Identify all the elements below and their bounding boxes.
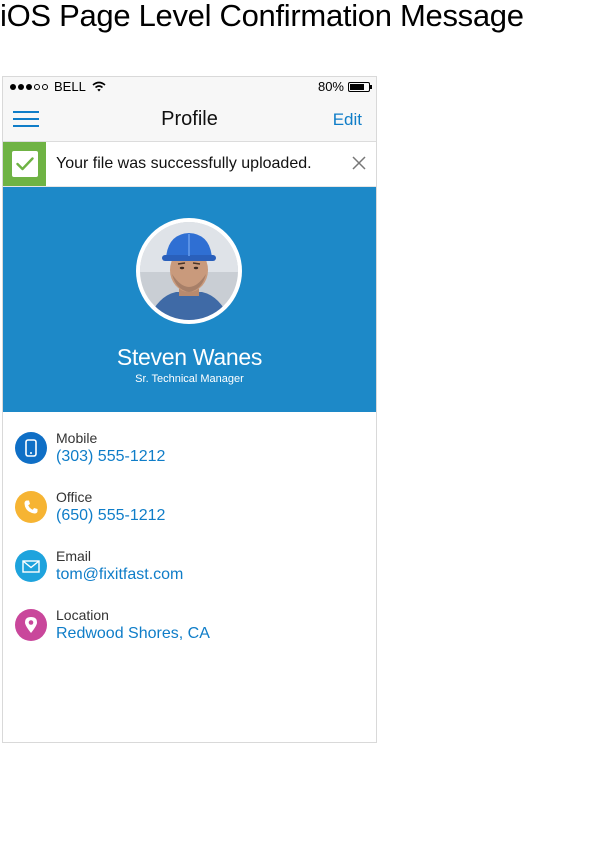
profile-header: Steven Wanes Sr. Technical Manager (3, 187, 376, 412)
edit-button[interactable]: Edit (333, 110, 362, 130)
contact-value-link[interactable]: tom@fixitfast.com (56, 566, 183, 584)
contact-label: Mobile (56, 430, 98, 446)
banner-message: Your file was successfully uploaded. (56, 155, 312, 172)
contact-row-email[interactable]: Email tom@fixitfast.com (3, 540, 376, 599)
page-heading: iOS Page Level Confirmation Message (0, 0, 524, 33)
contact-label: Office (56, 489, 93, 505)
avatar (136, 218, 242, 324)
nav-title: Profile (161, 108, 218, 130)
signal-strength-icon (10, 83, 48, 90)
contact-label: Location (56, 607, 109, 623)
navigation-bar: Profile Edit (3, 97, 376, 142)
contact-row-office[interactable]: Office (650) 555-1212 (3, 481, 376, 540)
envelope-icon (15, 550, 47, 582)
phone-handset-icon (15, 491, 47, 523)
status-left: BELL (10, 79, 106, 94)
battery-percentage: 80% (317, 79, 344, 94)
contact-value-link[interactable]: (650) 555-1212 (56, 507, 165, 525)
checkmark-icon (11, 151, 38, 177)
status-bar: BELL 80% (3, 77, 376, 97)
status-right: 80% (317, 79, 372, 94)
carrier-name: BELL (54, 79, 86, 94)
contact-value-link[interactable]: Redwood Shores, CA (56, 625, 210, 643)
profile-name: Steven Wanes (116, 344, 263, 370)
contact-list: Mobile (303) 555-1212 Office (650) 555-1… (3, 412, 376, 658)
confirmation-banner: Your file was successfully uploaded. (3, 142, 376, 187)
contact-value-link[interactable]: (303) 555-1212 (56, 448, 165, 466)
mobile-phone-icon (15, 432, 47, 464)
contact-label: Email (56, 548, 92, 564)
map-pin-icon (15, 609, 47, 641)
profile-photo (140, 222, 238, 320)
contact-row-mobile[interactable]: Mobile (303) 555-1212 (3, 422, 376, 481)
wifi-icon (92, 81, 106, 92)
banner-status-strip (3, 142, 46, 186)
contact-row-location[interactable]: Location Redwood Shores, CA (3, 599, 376, 658)
close-icon[interactable] (350, 154, 368, 172)
profile-job-title: Sr. Technical Manager (135, 373, 244, 385)
battery-icon (348, 81, 372, 92)
phone-frame: BELL 80% Profile Edit Your file was succ… (2, 76, 377, 743)
